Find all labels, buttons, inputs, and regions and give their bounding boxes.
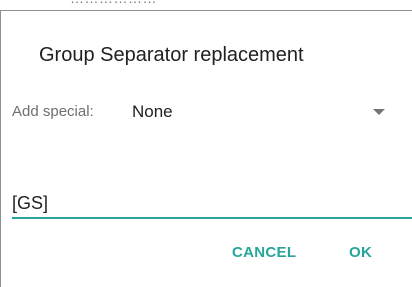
add-special-row: Add special: None (12, 101, 402, 125)
dialog-title: Group Separator replacement (39, 44, 304, 66)
background-partial-text: ……………… (70, 0, 157, 6)
ok-button[interactable]: OK (349, 244, 372, 261)
add-special-selected-value: None (132, 102, 173, 121)
dropdown-arrow-icon (373, 109, 385, 115)
replacement-input-wrapper (12, 189, 412, 221)
dialog-actions: CANCEL OK (0, 244, 412, 270)
replacement-text-input[interactable] (12, 189, 412, 217)
cancel-button[interactable]: CANCEL (232, 244, 296, 261)
add-special-dropdown[interactable]: None (12, 101, 402, 125)
input-underline (12, 217, 412, 219)
